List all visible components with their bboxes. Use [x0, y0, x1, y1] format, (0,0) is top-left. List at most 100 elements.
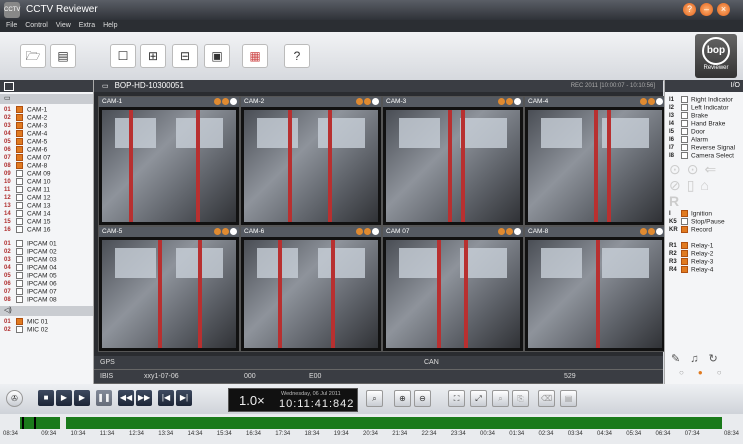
menu-help[interactable]: Help — [103, 20, 117, 32]
menu-control[interactable]: Control — [25, 20, 48, 32]
snapshot-icon[interactable] — [640, 98, 647, 105]
camera-item[interactable]: 11 CAM 11 — [0, 186, 93, 194]
tool-icons[interactable]: ✎♫↻ — [671, 352, 728, 365]
snapshot-icon[interactable] — [356, 228, 363, 235]
ipcam-item[interactable]: 06 IPCAM 06 — [0, 280, 93, 288]
settings-icon[interactable] — [648, 228, 655, 235]
input-item[interactable]: I5 Door — [665, 128, 743, 136]
camera-item-checkbox[interactable] — [16, 218, 23, 225]
rewind-button[interactable]: ◀◀ — [118, 390, 134, 406]
settings-icon[interactable] — [222, 228, 229, 235]
ipcam-item[interactable]: 04 IPCAM 04 — [0, 264, 93, 272]
input-item-checkbox[interactable] — [681, 152, 688, 159]
relay-item-checkbox[interactable] — [681, 266, 688, 273]
video-feed[interactable] — [528, 110, 662, 222]
camera-tile[interactable]: CAM 07 — [382, 226, 524, 352]
layout-1x1-button[interactable]: ☐ — [110, 44, 136, 68]
mic-item-checkbox[interactable] — [16, 326, 23, 333]
settings-icon[interactable] — [506, 98, 513, 105]
input-item-checkbox[interactable] — [681, 120, 688, 127]
camera-tile[interactable]: CAM-4 — [524, 96, 666, 226]
snapshot-icon[interactable] — [498, 98, 505, 105]
close-tile-icon[interactable] — [372, 228, 379, 235]
close-tile-icon[interactable] — [372, 98, 379, 105]
settings-icon[interactable] — [364, 228, 371, 235]
zoom-in-icon[interactable]: ⊕ — [394, 390, 411, 407]
open-folder-button[interactable]: 🗁 — [20, 44, 46, 68]
zoom-disabled-icon[interactable]: ⌕ — [492, 390, 509, 407]
copy-icon[interactable]: ⎘ — [512, 390, 529, 407]
input-item[interactable]: I3 Brake — [665, 112, 743, 120]
relay-item[interactable]: R1 Relay-1 — [665, 242, 743, 250]
layout-split-button[interactable]: ⊟ — [172, 44, 198, 68]
camera-tile[interactable]: CAM-3 — [382, 96, 524, 226]
camera-item[interactable]: 13 CAM 13 — [0, 202, 93, 210]
search-icon[interactable]: ⌕ — [366, 390, 383, 407]
camera-item[interactable]: 07 CAM 07 — [0, 154, 93, 162]
ipcam-item-checkbox[interactable] — [16, 256, 23, 263]
key-item[interactable]: I Ignition — [665, 210, 743, 218]
camera-item[interactable]: 03 CAM-3 — [0, 122, 93, 130]
layout-single-button[interactable]: ▣ — [204, 44, 230, 68]
menu-view[interactable]: View — [56, 20, 71, 32]
zoom-out-icon[interactable]: ⊖ — [414, 390, 431, 407]
camera-tile[interactable]: CAM-2 — [240, 96, 382, 226]
ipcam-item-checkbox[interactable] — [16, 288, 23, 295]
export-button[interactable]: ▤ — [50, 44, 76, 68]
help-button[interactable]: ? — [284, 44, 310, 68]
pause-button[interactable]: ❚❚ — [96, 390, 112, 406]
camera-tile[interactable]: CAM-5 — [98, 226, 240, 352]
camera-item-checkbox[interactable] — [16, 170, 23, 177]
camera-item[interactable]: 04 CAM-4 — [0, 130, 93, 138]
reel-icon[interactable]: ✇ — [6, 390, 23, 407]
list-icon[interactable] — [4, 82, 14, 91]
ipcam-item[interactable]: 02 IPCAM 02 — [0, 248, 93, 256]
camera-item-checkbox[interactable] — [16, 114, 23, 121]
camera-item[interactable]: 15 CAM 15 — [0, 218, 93, 226]
save-icon[interactable]: ▤ — [560, 390, 577, 407]
settings-icon[interactable] — [506, 228, 513, 235]
input-item[interactable]: I4 Hand Brake — [665, 120, 743, 128]
settings-icon[interactable] — [222, 98, 229, 105]
camera-item[interactable]: 12 CAM 12 — [0, 194, 93, 202]
ipcam-item[interactable]: 07 IPCAM 07 — [0, 288, 93, 296]
ipcam-item[interactable]: 03 IPCAM 03 — [0, 256, 93, 264]
ipcam-item[interactable]: 05 IPCAM 05 — [0, 272, 93, 280]
camera-item[interactable]: 05 CAM-5 — [0, 138, 93, 146]
snapshot-icon[interactable] — [214, 228, 221, 235]
relay-item[interactable]: R2 Relay-2 — [665, 250, 743, 258]
close-tile-icon[interactable] — [514, 98, 521, 105]
ipcam-item-checkbox[interactable] — [16, 272, 23, 279]
snapshot-icon[interactable] — [356, 98, 363, 105]
close-tile-icon[interactable] — [656, 228, 663, 235]
key-item-checkbox[interactable] — [681, 226, 688, 233]
input-item[interactable]: I6 Alarm — [665, 136, 743, 144]
camera-item-checkbox[interactable] — [16, 146, 23, 153]
eraser-icon[interactable]: ⌫ — [538, 390, 555, 407]
close-tile-icon[interactable] — [230, 98, 237, 105]
input-item-checkbox[interactable] — [681, 136, 688, 143]
close-tile-icon[interactable] — [514, 228, 521, 235]
camera-item-checkbox[interactable] — [16, 210, 23, 217]
video-feed[interactable] — [102, 110, 236, 222]
camera-tile[interactable]: CAM-1 — [98, 96, 240, 226]
step-back-button[interactable]: |◀ — [158, 390, 174, 406]
camera-item[interactable]: 14 CAM 14 — [0, 210, 93, 218]
settings-icon[interactable] — [364, 98, 371, 105]
input-item-checkbox[interactable] — [681, 144, 688, 151]
fit-view-icon[interactable]: ⛶ — [448, 390, 465, 407]
snapshot-icon[interactable] — [640, 228, 647, 235]
timeline-track[interactable] — [20, 417, 722, 429]
video-feed[interactable] — [386, 240, 520, 348]
layout-disabled-button[interactable]: ▦ — [242, 44, 268, 68]
help-window-button[interactable]: ? — [683, 3, 696, 16]
camera-item-checkbox[interactable] — [16, 154, 23, 161]
ipcam-item[interactable]: 08 IPCAM 08 — [0, 296, 93, 304]
input-item-checkbox[interactable] — [681, 112, 688, 119]
ipcam-item-checkbox[interactable] — [16, 248, 23, 255]
camera-item[interactable]: 06 CAM-6 — [0, 146, 93, 154]
video-feed[interactable] — [244, 110, 378, 222]
ipcam-item[interactable]: 01 IPCAM 01 — [0, 240, 93, 248]
camera-item-checkbox[interactable] — [16, 226, 23, 233]
input-item[interactable]: I7 Reverse Signal — [665, 144, 743, 152]
